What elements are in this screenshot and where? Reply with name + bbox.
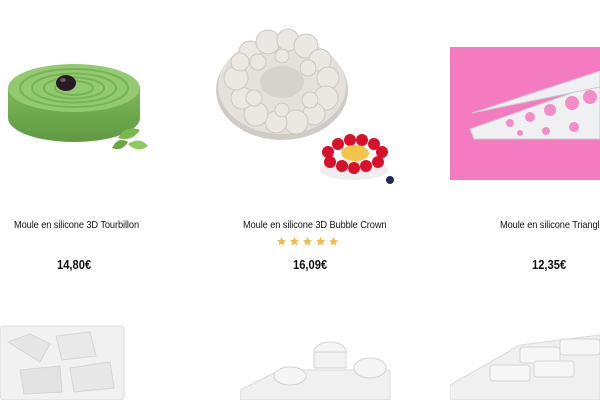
- product-price: 14,80€: [57, 257, 92, 272]
- triangle-mold-illustration: [469, 70, 600, 140]
- star-icon: [315, 236, 326, 246]
- product-image-row2-right[interactable]: [450, 325, 600, 400]
- star-icon: [328, 236, 339, 246]
- product-name[interactable]: Moule en silicone 3D Tourbillon: [14, 219, 139, 231]
- white-mold-illustration: [240, 341, 391, 400]
- bubble-crown-mold-illustration: [216, 28, 394, 184]
- white-mold-illustration: [0, 325, 125, 400]
- product-image-row2-left[interactable]: [0, 322, 130, 400]
- tourbillon-mold-illustration: [8, 64, 148, 150]
- star-icon: [289, 236, 300, 246]
- white-mold-illustration: [450, 334, 600, 400]
- product-image-triangle[interactable]: [450, 47, 600, 180]
- rating-stars: [276, 236, 339, 247]
- star-icon: [302, 236, 313, 246]
- star-icon: [276, 236, 287, 246]
- product-image-tourbillon[interactable]: [0, 20, 170, 180]
- product-name[interactable]: Moule en silicone Triangle: [500, 219, 600, 231]
- product-image-bubble-crown[interactable]: [210, 10, 400, 195]
- product-price: 16,09€: [293, 257, 328, 272]
- product-name[interactable]: Moule en silicone 3D Bubble Crown: [243, 219, 387, 231]
- product-price: 12,35€: [532, 257, 567, 272]
- product-image-row2-middle[interactable]: [240, 330, 400, 400]
